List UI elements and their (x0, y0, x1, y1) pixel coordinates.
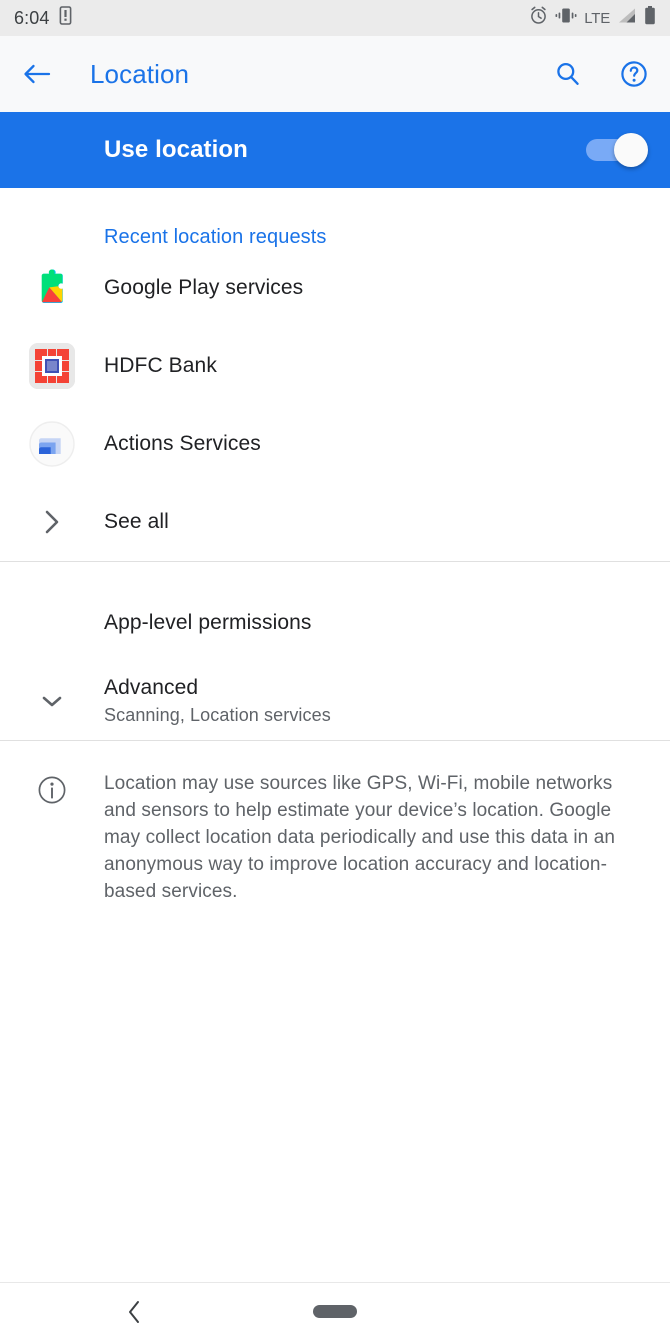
location-info-block: Location may use sources like GPS, Wi-Fi… (0, 741, 670, 906)
back-arrow-icon[interactable] (22, 62, 52, 86)
hdfc-logo-shape (29, 343, 75, 389)
list-item-hdfc-bank[interactable]: HDFC Bank (0, 327, 670, 405)
hdfc-bank-icon (0, 343, 104, 389)
list-item-label: Actions Services (104, 432, 261, 455)
advanced-text: Advanced Scanning, Location services (104, 676, 331, 726)
recent-location-requests-section: Recent location requests Google Play ser… (0, 188, 670, 561)
app-level-permissions-label: App-level permissions (104, 611, 312, 634)
list-item-text: HDFC Bank (104, 354, 217, 378)
app-level-permissions-row[interactable]: App-level permissions (0, 584, 670, 662)
vibrate-icon (555, 7, 577, 29)
advanced-label: Advanced (104, 676, 199, 699)
use-location-row[interactable]: Use location (0, 112, 670, 188)
network-type-label: LTE (584, 9, 610, 27)
list-item-text: Actions Services (104, 432, 261, 456)
see-all-row[interactable]: See all (0, 483, 670, 561)
recent-requests-title: Recent location requests (104, 226, 327, 248)
status-bar-right: LTE (529, 6, 656, 30)
vibrate-phone-icon (59, 6, 72, 30)
toggle-thumb (614, 133, 648, 167)
status-bar-left: 6:04 (14, 6, 72, 30)
use-location-toggle[interactable] (586, 133, 648, 167)
list-item-text: Google Play services (104, 276, 303, 300)
chevron-right-icon (0, 508, 104, 536)
status-bar: 6:04 LTE (0, 0, 670, 36)
list-item-label: HDFC Bank (104, 354, 217, 377)
see-all-label: See all (104, 510, 169, 533)
chevron-down-icon (0, 689, 104, 713)
list-item-actions-services[interactable]: Actions Services (0, 405, 670, 483)
app-bar-actions (554, 60, 648, 88)
advanced-summary: Scanning, Location services (104, 705, 331, 725)
help-icon[interactable] (620, 60, 648, 88)
phone-screen: 6:04 LTE Location Use location Recent lo… (0, 0, 670, 1340)
status-bar-clock: 6:04 (14, 7, 50, 28)
info-icon (0, 771, 104, 906)
alarm-icon (529, 6, 548, 30)
search-icon[interactable] (554, 60, 582, 88)
list-item-google-play-services[interactable]: Google Play services (0, 249, 670, 327)
list-item-label: Google Play services (104, 276, 304, 299)
app-level-permissions-text: App-level permissions (104, 611, 312, 635)
signal-icon (617, 7, 637, 29)
actions-services-icon (0, 421, 104, 467)
use-location-label: Use location (104, 136, 248, 163)
see-all-text: See all (104, 510, 169, 534)
settings-section: App-level permissions Advanced Scanning,… (0, 584, 670, 740)
nav-back-icon[interactable] (125, 1299, 145, 1325)
page-title: Location (90, 58, 190, 89)
nav-home-pill[interactable] (313, 1305, 357, 1318)
system-navigation-bar (0, 1282, 670, 1340)
location-info-text: Location may use sources like GPS, Wi-Fi… (104, 773, 616, 902)
app-bar: Location (0, 36, 670, 112)
google-play-services-icon (0, 265, 104, 311)
battery-icon (644, 6, 656, 30)
advanced-row[interactable]: Advanced Scanning, Location services (0, 662, 670, 740)
